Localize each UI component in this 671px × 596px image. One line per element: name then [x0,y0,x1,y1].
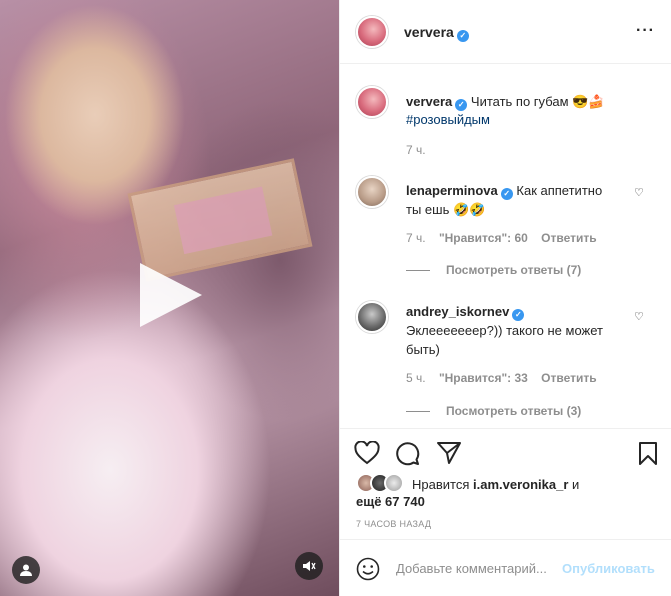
comment-time: 5 ч. [406,371,426,385]
comment-body: andrey_iskornev ✓ Эклееееееер?)) такого н… [406,302,636,359]
bookmark-icon[interactable] [638,441,658,466]
view-replies[interactable]: Посмотреть ответы (3) [406,404,581,418]
comment-text: Как аппетитно [516,183,603,198]
play-icon[interactable] [140,263,202,327]
post-timestamp: 7 ЧАСОВ НАЗАД [356,519,432,529]
likes-user[interactable]: i.am.veronika_r [473,477,568,492]
share-icon[interactable] [436,441,462,465]
likes-more[interactable]: ещё 67 740 [356,494,425,509]
more-horizontal-icon[interactable]: ··· [636,22,655,40]
post-header: ververa ✓ ··· [340,0,671,64]
replies-divider [406,270,430,272]
view-replies-label[interactable]: Посмотреть ответы (3) [446,404,581,418]
comment-avatar[interactable] [356,176,388,208]
caption-username[interactable]: ververa [406,94,452,109]
publish-button[interactable]: Опубликовать [562,561,655,576]
reply-button[interactable]: Ответить [541,371,596,385]
comment-time: 7 ч. [406,231,426,245]
mute-icon[interactable] [295,552,323,580]
comment-text-2: быть) [406,342,440,357]
comment-like-icon[interactable]: ♡ [634,186,644,199]
add-comment-bar: Добавьте комментарий... Опубликовать [340,539,671,596]
comment-text-2: ты ешь 🤣🤣 [406,202,486,217]
comment-meta: 5 ч. "Нравится": 33 Ответить [406,371,597,385]
avatar [384,473,404,493]
video-player[interactable] [0,0,339,596]
verified-icon: ✓ [456,30,469,42]
verified-icon: ✓ [512,309,525,321]
replies-divider [406,411,430,413]
caption-hashtag[interactable]: #розовыйдым [406,112,490,127]
heart-icon[interactable] [354,441,380,465]
comment-username[interactable]: andrey_iskornev [406,304,509,319]
post-panel: ververa ✓ ··· ververa ✓ Читать по губам 😎🍰… [339,0,671,596]
caption-avatar[interactable] [356,86,388,118]
verified-icon: ✓ [455,99,468,111]
likes-conj: и [572,477,580,492]
comment-input[interactable]: Добавьте комментарий... [396,561,556,576]
comment-body: lenaperminova ✓ Как аппетитно ты ешь 🤣🤣 [406,181,626,219]
view-replies-label[interactable]: Посмотреть ответы (7) [446,263,581,277]
likes-summary: Нравится i.am.veronika_r и [412,475,662,494]
avatar[interactable] [356,16,388,48]
comment-icon[interactable] [395,441,420,466]
comment-username[interactable]: lenaperminova [406,183,498,198]
reply-button[interactable]: Ответить [541,231,596,245]
comment-like-icon[interactable]: ♡ [634,310,644,323]
likes-more-label[interactable]: ещё 67 740 [356,494,425,509]
comment-likes[interactable]: "Нравится": 60 [439,231,528,245]
comment-meta: 7 ч. "Нравится": 60 Ответить [406,231,597,245]
user-tag-icon[interactable] [12,556,40,584]
header-username[interactable]: ververa [404,24,454,40]
comment-avatar[interactable] [356,301,388,333]
liked-by-avatars[interactable] [356,473,416,495]
comment-input-placeholder: Добавьте комментарий... [396,561,547,576]
view-replies[interactable]: Посмотреть ответы (7) [406,263,581,277]
verified-icon: ✓ [500,188,513,200]
caption-time: 7 ч. [406,143,426,157]
comment-text: Эклееееееер?)) такого не может [406,323,603,338]
emoji-icon[interactable] [356,557,380,581]
likes-prefix: Нравится [412,477,470,492]
caption-text: Читать по губам 😎🍰 [470,94,605,109]
caption: ververa ✓ Читать по губам 😎🍰 #розовыйдым [406,93,656,129]
comment-likes[interactable]: "Нравится": 33 [439,371,528,385]
